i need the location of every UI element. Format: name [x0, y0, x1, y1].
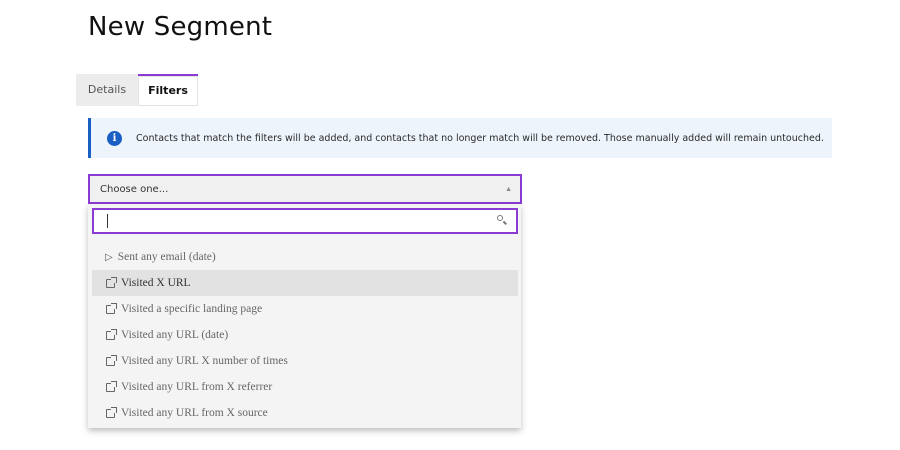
filter-search-input[interactable] [94, 211, 496, 231]
segment-tabs: Details Filters [76, 74, 198, 106]
option-label: Visited X URL [121, 277, 191, 289]
option-label: Visited any URL X number of times [121, 355, 288, 367]
info-alert: i Contacts that match the filters will b… [88, 118, 832, 158]
option-sent-any-email-date[interactable]: ▷ Sent any email (date) [92, 244, 518, 270]
tab-filters[interactable]: Filters [138, 74, 198, 106]
option-visited-x-url[interactable]: Visited X URL [92, 270, 518, 296]
option-label: Visited any URL from X referrer [121, 381, 273, 393]
filter-select-value: Choose one... [100, 183, 169, 195]
external-link-icon [106, 276, 117, 288]
text-cursor [107, 214, 108, 228]
option-visited-any-url-x-times[interactable]: Visited any URL X number of times [92, 348, 518, 374]
filter-search-box [92, 208, 518, 234]
external-link-icon [106, 302, 117, 314]
option-visited-landing-page[interactable]: Visited a specific landing page [92, 296, 518, 322]
external-link-icon [106, 328, 117, 340]
alert-message: Contacts that match the filters will be … [136, 132, 824, 144]
option-visited-any-url-referrer[interactable]: Visited any URL from X referrer [92, 374, 518, 400]
filter-dropdown: ▷ Sent any email (date) Visited X URL Vi… [88, 204, 521, 428]
filter-select[interactable]: Choose one... ▲ [88, 174, 522, 204]
option-visited-any-url-date[interactable]: Visited any URL (date) [92, 322, 518, 348]
play-icon: ▷ [105, 251, 113, 263]
tab-details[interactable]: Details [76, 74, 138, 106]
filter-option-list: ▷ Sent any email (date) Visited X URL Vi… [92, 244, 518, 426]
option-label: Visited any URL from X source [121, 407, 268, 419]
option-visited-any-url-source[interactable]: Visited any URL from X source [92, 400, 518, 426]
option-label: Sent any email (date) [117, 251, 216, 263]
search-icon [496, 214, 510, 228]
chevron-up-icon: ▲ [505, 185, 512, 193]
external-link-icon [106, 380, 117, 392]
external-link-icon [106, 354, 117, 366]
option-label: Visited a specific landing page [121, 303, 263, 315]
page-title: New Segment [88, 12, 273, 42]
option-label: Visited any URL (date) [121, 329, 229, 341]
external-link-icon [106, 406, 117, 418]
info-icon: i [107, 130, 122, 146]
